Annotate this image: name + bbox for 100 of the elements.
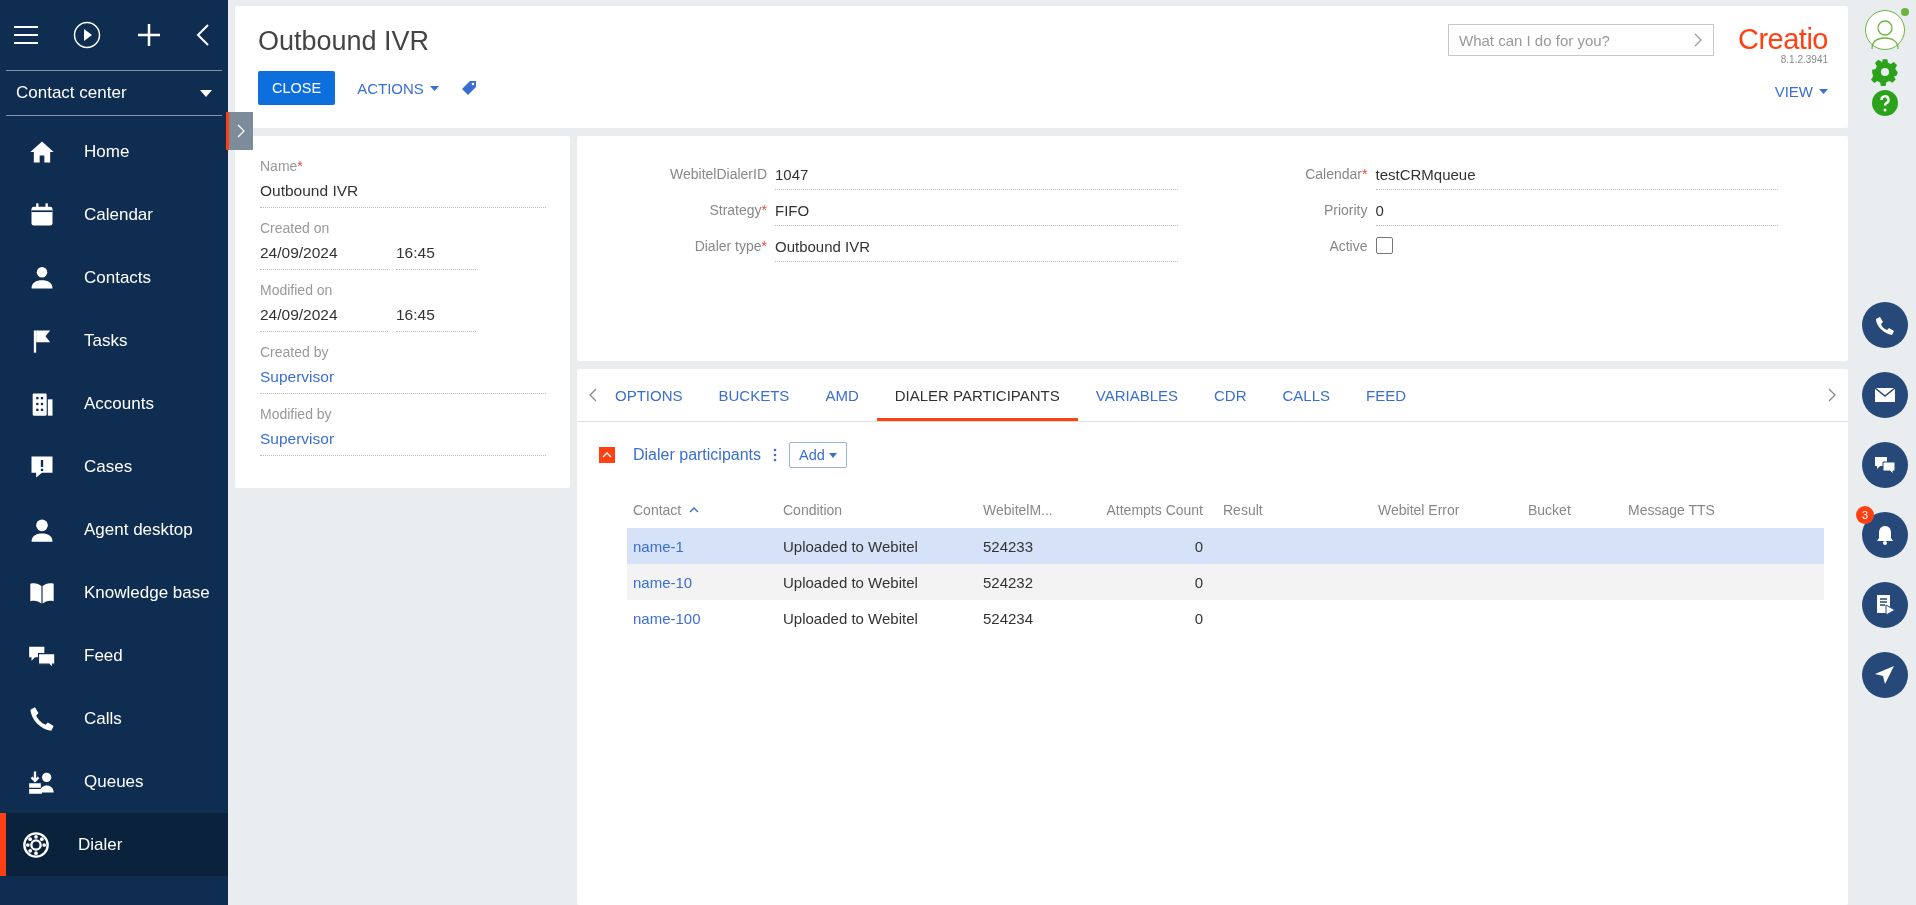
nav-item[interactable]: Contacts <box>0 246 228 309</box>
text-field[interactable]: testCRMqueue <box>1375 166 1778 190</box>
field-label: WebitelDialerID <box>670 166 767 182</box>
column-header[interactable]: Contact <box>627 502 777 518</box>
more-icon[interactable] <box>773 448 778 462</box>
field-label: Modified on <box>260 282 334 298</box>
phone-button[interactable] <box>1862 302 1908 348</box>
table-cell-text: 524233 <box>982 537 1035 555</box>
close-button[interactable]: CLOSE <box>258 71 336 105</box>
view-button[interactable]: VIEW <box>1774 83 1828 100</box>
text-field[interactable]: 0 <box>1375 202 1778 226</box>
detail-title[interactable]: Dialer participants <box>633 446 762 464</box>
column-header[interactable]: Result <box>1217 502 1372 518</box>
caret-icon <box>828 452 837 458</box>
table-cell-text: 524232 <box>982 573 1035 591</box>
nav-item[interactable]: Agent desktop <box>0 498 228 561</box>
contact-link[interactable]: name-10 <box>627 573 777 591</box>
text-field[interactable]: Outbound IVR <box>775 238 1178 262</box>
chevron-right-icon[interactable] <box>1828 388 1836 402</box>
dial-icon <box>22 830 50 859</box>
logo: Creatio <box>1738 24 1828 54</box>
tab[interactable]: AMD <box>807 369 877 421</box>
time-field[interactable]: 16:45 <box>396 244 476 270</box>
field-label: Strategy <box>709 202 762 218</box>
text-field[interactable]: 1047 <box>775 166 1178 190</box>
field-label: Name <box>260 158 298 174</box>
table-row[interactable]: name-1 Uploaded to Webitel 524233 0 <box>627 528 1824 564</box>
table-cell-text: 0 <box>1193 573 1204 591</box>
nav-item[interactable]: Calls <box>0 687 228 750</box>
active-checkbox[interactable] <box>1375 237 1393 254</box>
nav-item[interactable]: Dialer <box>0 813 228 876</box>
nav-item[interactable]: Accounts <box>0 372 228 435</box>
send-button[interactable] <box>1862 652 1908 698</box>
nav-item[interactable]: Feed <box>0 624 228 687</box>
notifications-button[interactable] <box>1862 512 1908 558</box>
caret-icon <box>1819 89 1828 94</box>
nav-item[interactable]: Calendar <box>0 183 228 246</box>
date-field[interactable]: 24/09/2024 <box>260 244 388 270</box>
column-header[interactable]: Webitel Error <box>1372 502 1522 518</box>
sort-ascending-icon <box>689 507 700 513</box>
nav-item[interactable]: Tasks <box>0 309 228 372</box>
tab[interactable]: CDR <box>1196 369 1265 421</box>
table-cell-text: Uploaded to Webitel <box>782 609 919 627</box>
plus-icon[interactable] <box>136 23 161 47</box>
nav-item[interactable]: Home <box>0 120 228 183</box>
required-mark: * <box>297 158 303 174</box>
table-cell-text: Uploaded to Webitel <box>782 537 919 555</box>
settings-icon[interactable] <box>1871 58 1899 86</box>
play-icon[interactable] <box>73 21 102 49</box>
actions-button[interactable]: ACTIONS <box>357 79 439 97</box>
field-label: Active <box>1329 238 1368 254</box>
chevron-right-icon[interactable] <box>1694 33 1702 47</box>
column-header[interactable]: Bucket <box>1522 502 1622 518</box>
date-field[interactable]: 24/09/2024 <box>260 306 388 332</box>
tag-icon[interactable] <box>460 80 477 96</box>
user-link[interactable]: Supervisor <box>260 430 546 456</box>
mail-button[interactable] <box>1862 372 1908 418</box>
caret-icon <box>429 85 439 91</box>
tab[interactable]: CALLS <box>1264 369 1349 421</box>
workplace-dropdown[interactable]: Contact center <box>6 70 222 116</box>
tab[interactable]: DIALER PARTICIPANTS <box>876 369 1078 421</box>
tab[interactable]: FEED <box>1348 369 1425 421</box>
collapse-toggle[interactable] <box>599 447 615 463</box>
table-cell-text: 0 <box>1193 609 1204 627</box>
tab[interactable]: OPTIONS <box>597 369 701 421</box>
tab[interactable]: VARIABLES <box>1077 369 1197 421</box>
table-cell-text: 0 <box>1193 537 1204 555</box>
contact-link[interactable]: name-100 <box>627 609 777 627</box>
text-field[interactable]: FIFO <box>775 202 1178 226</box>
table-row[interactable]: name-10 Uploaded to Webitel 524232 0 <box>627 564 1824 600</box>
contact-link[interactable]: name-1 <box>627 537 777 555</box>
chevron-right-icon <box>237 124 245 138</box>
document-play-button[interactable] <box>1862 582 1908 628</box>
chevron-up-icon <box>602 452 612 458</box>
help-icon[interactable] <box>1872 90 1898 116</box>
command-search-field[interactable]: What can I do for you? <box>1448 24 1714 56</box>
column-header[interactable]: Condition <box>777 502 977 518</box>
version-label: 8.1.2.3941 <box>1780 54 1828 65</box>
tab[interactable]: BUCKETS <box>700 369 808 421</box>
menu-icon[interactable] <box>14 25 38 45</box>
column-header[interactable]: Message TTS <box>1622 502 1824 518</box>
chat-button[interactable] <box>1862 442 1908 488</box>
table-row[interactable]: name-100 Uploaded to Webitel 524234 0 <box>627 600 1824 636</box>
column-header[interactable]: WebitelM... <box>977 502 1087 518</box>
nav-item[interactable]: Knowledge base <box>0 561 228 624</box>
required-mark: * <box>761 238 767 254</box>
column-header[interactable]: Attempts Count <box>1087 502 1217 518</box>
nav-item[interactable]: Cases <box>0 435 228 498</box>
field-label: Priority <box>1323 202 1368 218</box>
user-link[interactable]: Supervisor <box>260 368 546 394</box>
field-label: Dialer type <box>694 238 762 254</box>
table-cell-text: 524234 <box>982 609 1035 627</box>
caret-icon <box>200 89 212 97</box>
name-field[interactable]: Outbound IVR <box>260 182 546 208</box>
field-label: Created by <box>260 344 330 360</box>
notification-count: 3 <box>1856 506 1874 524</box>
add-button[interactable]: Add <box>789 442 847 468</box>
field-label: Calendar <box>1305 166 1363 182</box>
time-field[interactable]: 16:45 <box>396 306 476 332</box>
nav-item[interactable]: Queues <box>0 750 228 813</box>
